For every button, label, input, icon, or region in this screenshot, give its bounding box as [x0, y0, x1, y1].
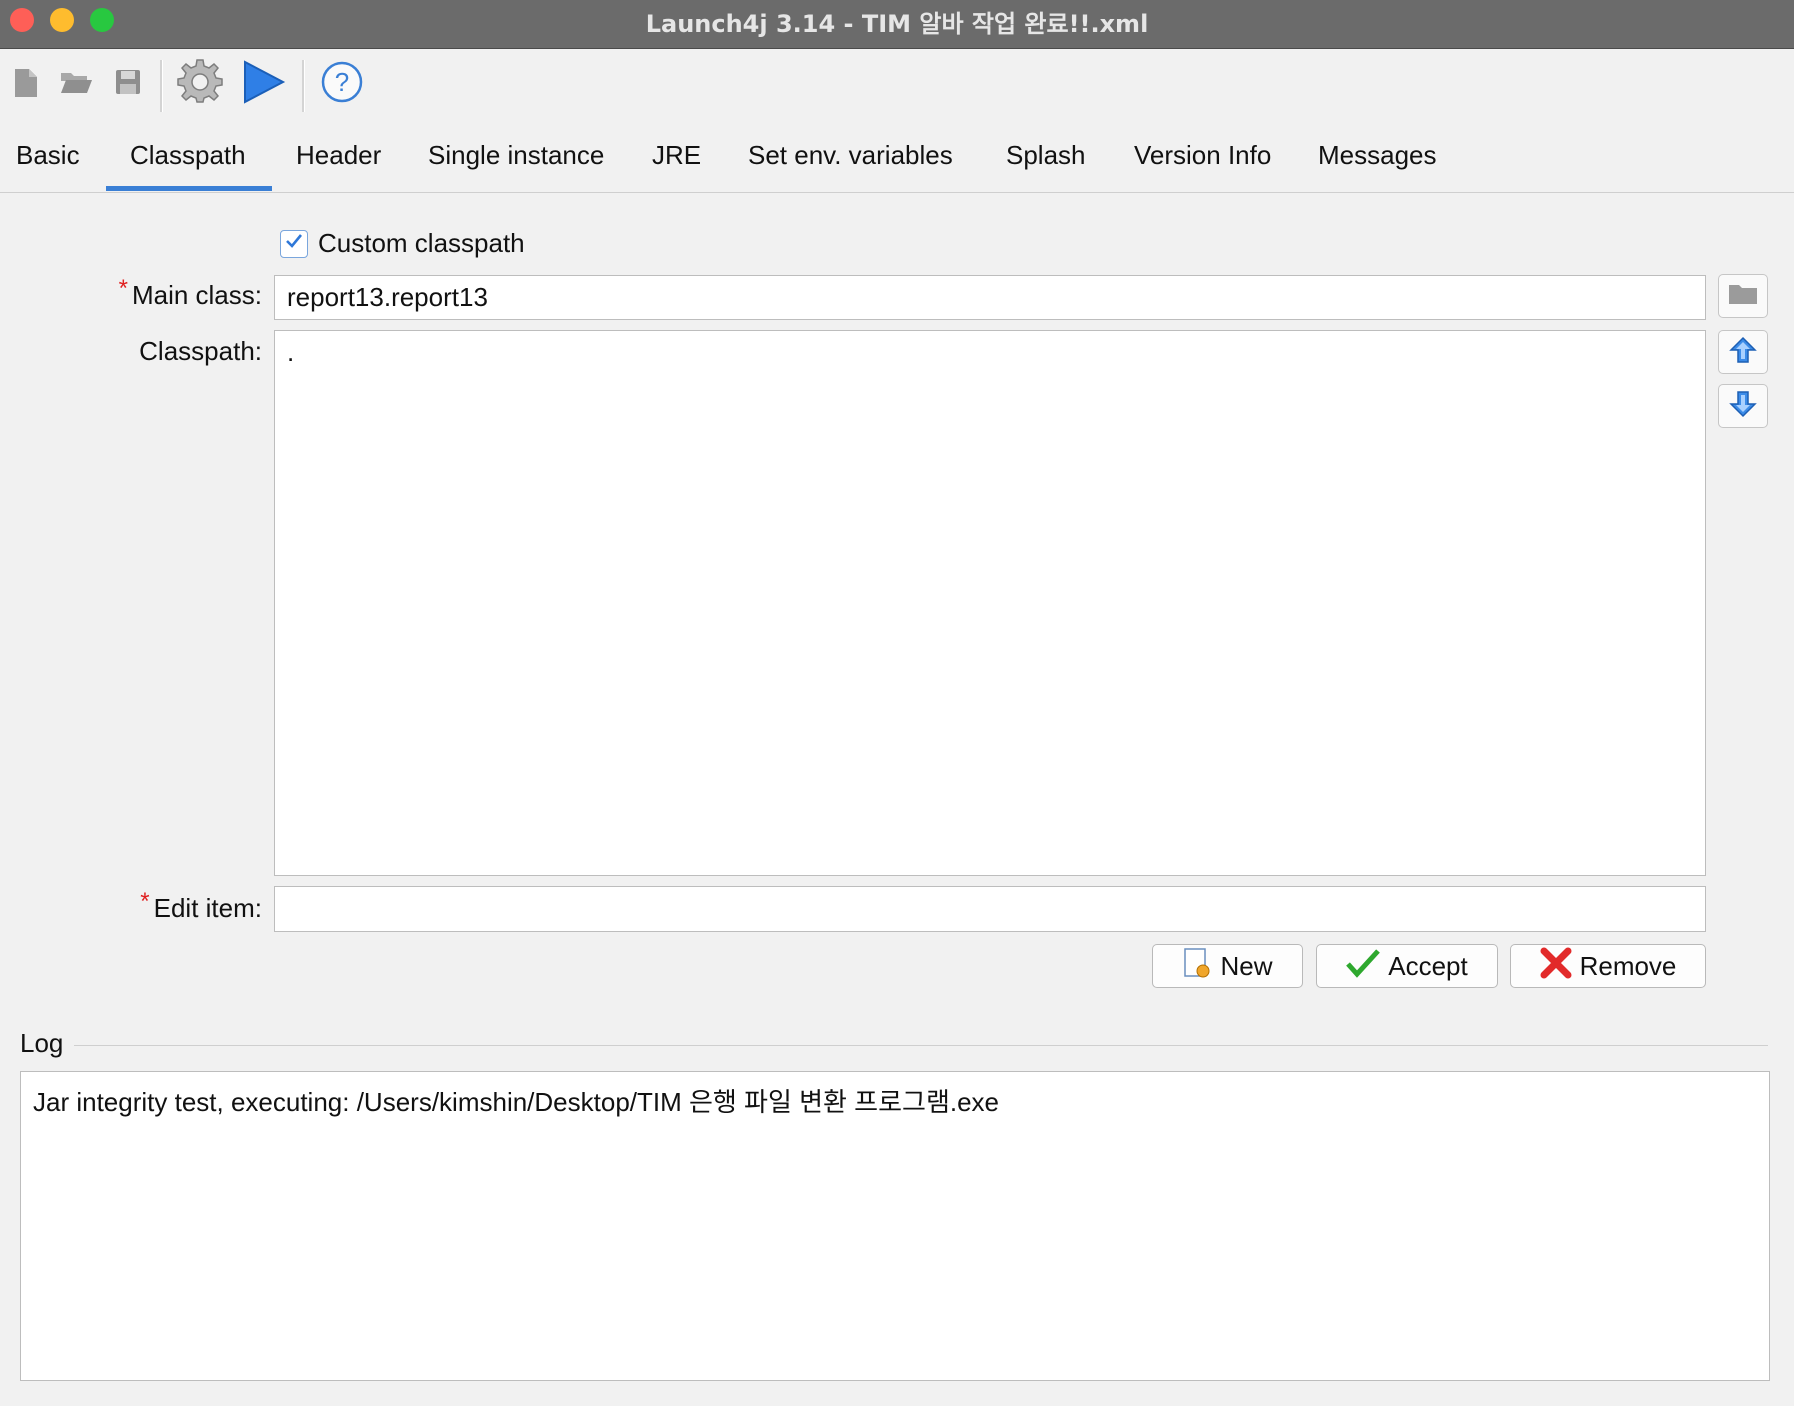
main-class-input[interactable]: report13.report13: [274, 275, 1706, 320]
tab-header[interactable]: Header: [296, 140, 381, 187]
required-marker: *: [140, 888, 150, 915]
new-item-icon: [1182, 947, 1212, 986]
open-folder-icon: [59, 67, 93, 102]
new-button-label: New: [1220, 950, 1273, 981]
tab-classpath[interactable]: Classpath: [130, 140, 246, 187]
browse-main-class-button[interactable]: [1718, 274, 1768, 318]
log-divider: [74, 1045, 1768, 1046]
move-down-button[interactable]: [1718, 384, 1768, 428]
remove-button[interactable]: Remove: [1510, 944, 1706, 988]
toolbar-separator: [302, 60, 305, 112]
build-wrapper-button[interactable]: [176, 58, 224, 110]
tab-single-instance[interactable]: Single instance: [428, 140, 604, 187]
log-output[interactable]: Jar integrity test, executing: /Users/ki…: [20, 1071, 1770, 1381]
custom-classpath-checkbox[interactable]: [280, 229, 308, 258]
accept-button-label: Accept: [1388, 950, 1468, 981]
classpath-list-item[interactable]: .: [287, 337, 1693, 368]
open-file-button[interactable]: [52, 60, 100, 108]
tab-bar: Basic Classpath Header Single instance J…: [0, 134, 1794, 193]
accept-button[interactable]: Accept: [1316, 944, 1498, 988]
toolbar: ?: [0, 56, 1794, 112]
tab-basic[interactable]: Basic: [16, 140, 80, 187]
save-icon: [113, 67, 143, 102]
svg-text:?: ?: [335, 67, 349, 97]
remove-button-label: Remove: [1579, 950, 1677, 981]
custom-classpath-row: Custom classpath: [280, 228, 525, 259]
new-file-icon: [11, 65, 41, 104]
checkmark-icon: [1346, 948, 1381, 985]
tab-messages[interactable]: Messages: [1318, 140, 1437, 187]
main-class-label-group: * Main class:: [119, 275, 262, 311]
classpath-list[interactable]: .: [274, 330, 1706, 876]
tab-splash[interactable]: Splash: [1006, 140, 1086, 187]
checkmark-icon: [284, 231, 304, 256]
run-play-icon: [241, 59, 287, 110]
custom-classpath-label: Custom classpath: [318, 228, 525, 258]
move-up-button[interactable]: [1718, 330, 1768, 374]
settings-gear-icon: [177, 58, 223, 110]
title-bar: Launch4j 3.14 - TIM 알바 작업 완료!!.xml: [0, 0, 1794, 49]
edit-item-label: Edit item:: [153, 893, 262, 923]
active-tab-indicator: [106, 186, 272, 191]
tab-version-info[interactable]: Version Info: [1134, 140, 1271, 187]
edit-item-input[interactable]: [274, 886, 1706, 932]
folder-icon: [1728, 282, 1758, 311]
log-line: Jar integrity test, executing: /Users/ki…: [33, 1087, 1000, 1117]
arrow-down-icon: [1728, 389, 1758, 424]
tab-set-env-variables[interactable]: Set env. variables: [748, 140, 953, 187]
required-marker: *: [118, 275, 128, 302]
tab-jre[interactable]: JRE: [652, 140, 701, 187]
edit-item-label-group: * Edit item:: [140, 888, 262, 924]
classpath-label: Classpath:: [139, 336, 262, 366]
new-button[interactable]: New: [1152, 944, 1303, 988]
window-title: Launch4j 3.14 - TIM 알바 작업 완료!!.xml: [645, 10, 1149, 38]
new-file-button[interactable]: [2, 60, 50, 108]
help-button[interactable]: ?: [318, 60, 366, 108]
test-wrapper-button[interactable]: [240, 59, 288, 110]
log-label: Log: [20, 1028, 64, 1058]
toolbar-separator: [160, 60, 163, 112]
main-class-label: Main class:: [131, 280, 262, 310]
launch4j-window: Launch4j 3.14 - TIM 알바 작업 완료!!.xml ? Bas…: [0, 0, 1794, 1406]
help-icon: ?: [320, 60, 364, 109]
arrow-up-icon: [1728, 335, 1758, 370]
red-x-icon: [1540, 947, 1572, 986]
save-file-button[interactable]: [104, 60, 152, 108]
